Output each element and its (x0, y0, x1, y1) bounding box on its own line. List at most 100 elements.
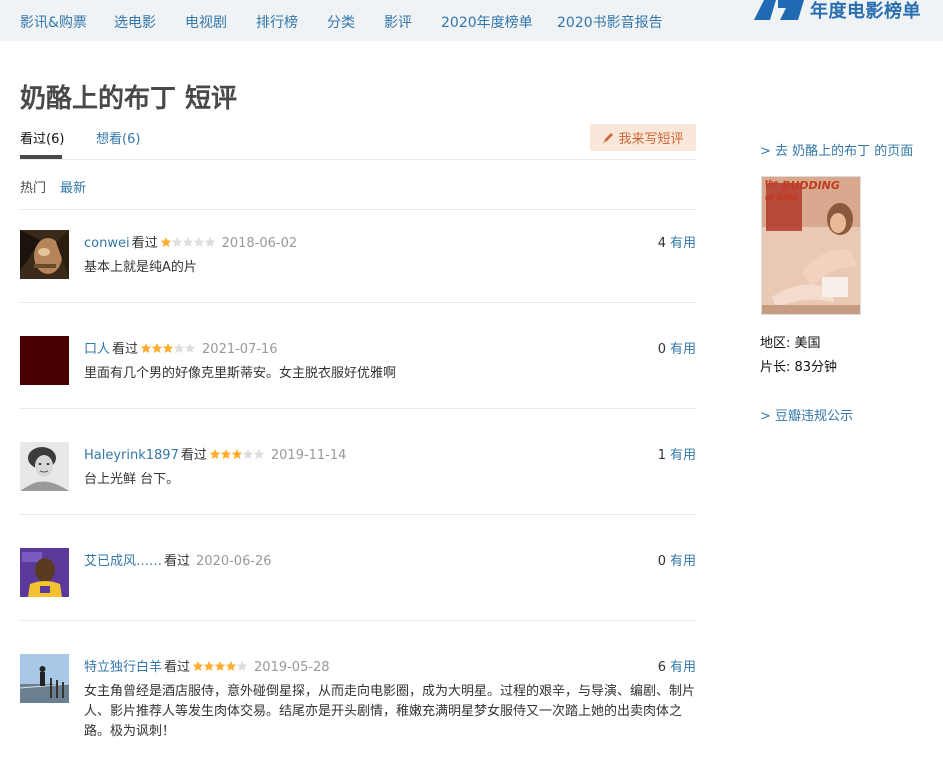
star-filled-icon (151, 342, 163, 354)
annual-banner-text: 年度电影榜单 (810, 1, 921, 22)
useful-vote: 4 有用 (658, 232, 696, 251)
star-filled-icon (231, 448, 243, 460)
divider (20, 514, 696, 515)
useful-count: 4 (657, 236, 666, 251)
movie-region: 地区: 美国 (760, 336, 821, 351)
comment-status: 看过 (131, 236, 158, 251)
movie-duration: 片长: 83分钟 (760, 360, 838, 375)
nav-item-reviews[interactable]: 影评 (384, 12, 412, 32)
star-empty-icon (236, 660, 248, 672)
star-filled-icon (203, 660, 215, 672)
comment-time: 2019-11-14 (270, 448, 347, 463)
useful-count: 0 (657, 342, 666, 357)
nav-item-2020-annual[interactable]: 2020年度榜单 (441, 12, 533, 32)
rating-stars (140, 342, 196, 358)
star-filled-icon (140, 342, 152, 354)
poster-title-line3: of BRIE (765, 193, 798, 202)
sort-hot[interactable]: 热门 (20, 177, 46, 196)
star-empty-icon (184, 342, 196, 354)
divider (20, 408, 696, 409)
divider (20, 620, 696, 621)
write-review-label: 我来写短评 (618, 132, 684, 147)
star-filled-icon (192, 660, 204, 672)
comment-header: conwei 看过 2018-06-02 (84, 232, 297, 252)
avatar[interactable] (20, 548, 69, 597)
useful-vote: 1 有用 (658, 444, 696, 463)
star-empty-icon (204, 236, 215, 248)
useful-button[interactable]: 有用 (670, 236, 696, 251)
avatar[interactable] (20, 442, 69, 491)
comment-status: 看过 (164, 660, 191, 675)
comment-time: 2020-06-26 (196, 554, 272, 569)
star-filled-icon (220, 448, 232, 460)
comment-status: 看过 (180, 448, 207, 463)
star-filled-icon (214, 660, 226, 672)
useful-button[interactable]: 有用 (670, 342, 696, 357)
nav-item-pick-movie[interactable]: 选电影 (114, 12, 156, 32)
useful-button[interactable]: 有用 (670, 660, 696, 675)
movie-poster[interactable]: the BUDDING of BRIE (761, 176, 861, 315)
useful-vote: 6 有用 (658, 656, 696, 675)
tab-watched[interactable]: 看过(6) (20, 128, 64, 147)
useful-button[interactable]: 有用 (670, 554, 696, 569)
star-empty-icon (171, 236, 182, 248)
divider (20, 302, 696, 303)
nav-item-showtimes[interactable]: 影讯&购票 (20, 12, 87, 32)
comment-header: 艾已成风…… 看过 2020-06-26 (84, 550, 272, 569)
comment-status: 看过 (164, 554, 191, 569)
useful-vote: 0 有用 (658, 550, 696, 569)
useful-count: 1 (657, 448, 666, 463)
nav-item-category[interactable]: 分类 (327, 12, 355, 32)
comment-header: 特立独行白羊 看过 2019-05-28 (84, 656, 330, 676)
comment-username[interactable]: Haleyrink1897 (84, 448, 179, 463)
star-filled-icon (225, 660, 237, 672)
comment-username[interactable]: 口人 (84, 342, 110, 357)
goto-movie-page-link[interactable]: > 去 奶酪上的布丁 的页面 (760, 140, 913, 159)
star-empty-icon (173, 342, 185, 354)
nav-item-2020-report[interactable]: 2020书影音报告 (557, 12, 663, 32)
sort-latest[interactable]: 最新 (60, 177, 86, 196)
comment-username[interactable]: 艾已成风…… (84, 554, 162, 569)
useful-count: 0 (657, 554, 666, 569)
star-empty-icon (242, 448, 254, 460)
avatar[interactable] (20, 336, 69, 385)
comment-header: 口人 看过 2021-07-16 (84, 338, 278, 358)
nav-item-tv[interactable]: 电视剧 (185, 12, 227, 32)
pencil-icon (603, 132, 614, 143)
annual-movie-banner[interactable]: 年度电影榜单 (754, 0, 921, 22)
useful-button[interactable]: 有用 (670, 448, 696, 463)
write-review-button[interactable]: 我来写短评 (590, 124, 696, 151)
rating-stars (192, 660, 248, 676)
tab-wish[interactable]: 想看(6) (96, 128, 140, 147)
comment-username[interactable]: 特立独行白羊 (84, 660, 162, 675)
avatar[interactable] (20, 230, 69, 279)
poster-title-line1: the (765, 179, 779, 187)
comment-time: 2019-05-28 (254, 660, 330, 675)
avatar[interactable] (20, 654, 69, 703)
star-filled-icon (162, 342, 174, 354)
star-filled-icon (209, 448, 221, 460)
annual-logo-icon (754, 0, 804, 20)
comment-username[interactable]: conwei (84, 236, 130, 251)
poster-title-line2: BUDDING (782, 179, 840, 192)
comment-text: 台上光鲜 台下。 (84, 472, 180, 487)
comment-time: 2018-06-02 (221, 236, 298, 251)
douban-violation-notice-link[interactable]: > 豆瓣违规公示 (760, 405, 853, 424)
top-nav: 影讯&购票 选电影 电视剧 排行榜 分类 影评 2020年度榜单 2020书影音… (0, 0, 943, 41)
star-filled-icon (160, 236, 171, 248)
nav-item-ranking[interactable]: 排行榜 (256, 12, 298, 32)
comment-status: 看过 (112, 342, 139, 357)
divider (20, 209, 696, 210)
tab-divider (20, 159, 696, 160)
star-empty-icon (193, 236, 204, 248)
comment-text: 基本上就是纯A的片 (84, 260, 197, 275)
star-empty-icon (253, 448, 265, 460)
comment-text: 女主角曾经是酒店服侍，意外碰倒星探，从而走向电影圈，成为大明星。过程的艰辛，与导… (84, 684, 696, 739)
comment-text: 里面有几个男的好像克里斯蒂安。女主脱衣服好优雅啊 (84, 366, 397, 381)
page-title: 奶酪上的布丁 短评 (20, 84, 238, 114)
useful-count: 6 (657, 660, 666, 675)
comment-header: Haleyrink1897 看过 2019-11-14 (84, 444, 346, 464)
useful-vote: 0 有用 (658, 338, 696, 357)
comment-time: 2021-07-16 (202, 342, 278, 357)
rating-stars (160, 236, 216, 252)
